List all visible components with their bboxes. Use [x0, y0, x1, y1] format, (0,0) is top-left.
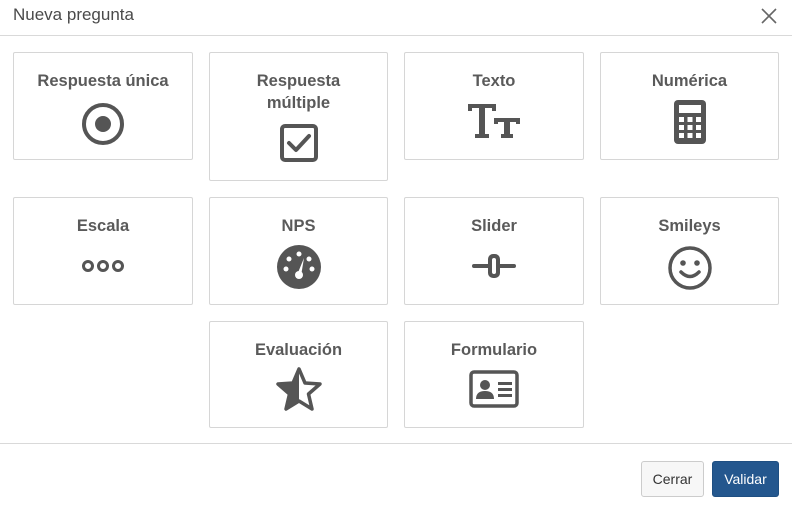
footer-divider — [0, 443, 792, 444]
dialog-header: Nueva pregunta — [0, 0, 792, 36]
question-type-smileys[interactable]: Smileys — [600, 197, 779, 305]
question-type-label: Escala — [76, 217, 130, 235]
question-type-label: Smileys — [658, 217, 721, 235]
gauge-icon — [276, 245, 321, 289]
close-button[interactable]: Cerrar — [641, 461, 704, 497]
dots-scale-icon — [82, 260, 124, 272]
question-type-label: Texto — [472, 72, 516, 90]
question-type-formulario[interactable]: Formulario — [404, 321, 584, 428]
question-type-slider[interactable]: Slider — [404, 197, 584, 305]
text-type-icon — [468, 104, 520, 138]
question-type-escala[interactable]: Escala — [13, 197, 193, 305]
smiley-icon — [667, 246, 712, 290]
id-card-icon — [469, 370, 519, 408]
question-type-label: Slider — [471, 217, 517, 235]
radio-button-icon — [82, 103, 124, 145]
question-type-label: Respuesta múltiple — [256, 72, 341, 112]
dialog-title: Nueva pregunta — [13, 5, 134, 24]
question-type-texto[interactable]: Texto — [404, 52, 584, 160]
question-type-evaluacion[interactable]: Evaluación — [209, 321, 388, 428]
checkbox-icon — [279, 124, 318, 162]
question-type-label: Evaluación — [254, 341, 343, 359]
question-type-nps[interactable]: NPS — [209, 197, 388, 305]
question-type-label: Respuesta única — [37, 72, 169, 90]
validate-button[interactable]: Validar — [712, 461, 779, 497]
question-type-label: Formulario — [450, 341, 538, 359]
question-type-numerica[interactable]: Numérica — [600, 52, 779, 160]
question-type-respuesta-multiple[interactable]: Respuesta múltiple — [209, 52, 388, 181]
half-star-icon — [275, 367, 322, 411]
slider-icon — [472, 254, 516, 278]
question-type-label: NPS — [281, 217, 316, 235]
question-type-respuesta-unica[interactable]: Respuesta única — [13, 52, 193, 160]
question-type-label: Numérica — [651, 72, 728, 90]
close-icon[interactable] — [758, 5, 780, 27]
calculator-icon — [673, 100, 706, 144]
